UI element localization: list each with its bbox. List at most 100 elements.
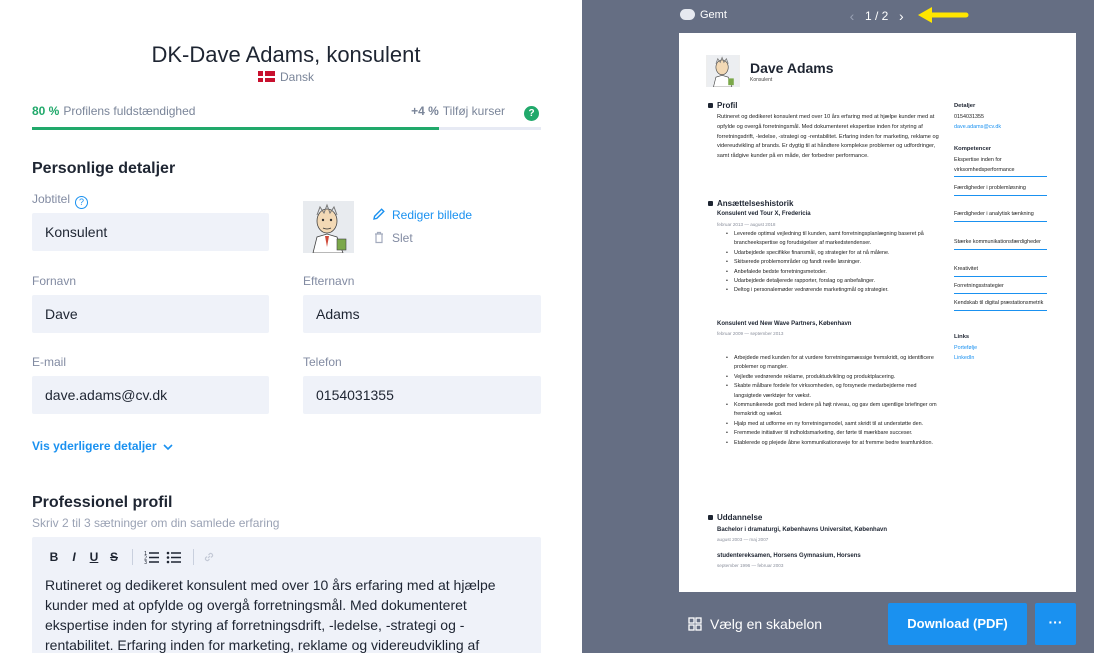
- completeness-label: Profilens fuldstændighed: [63, 104, 196, 118]
- resume-skill: Ekspertise inden for virksomhedsperforma…: [954, 156, 1047, 177]
- download-pdf-button[interactable]: Download (PDF): [888, 603, 1027, 645]
- resume-edu1-title: Bachelor i dramaturgi, Københavns Univer…: [717, 527, 888, 533]
- email-input[interactable]: dave.adams@cv.dk: [32, 376, 269, 414]
- lastname-input[interactable]: Adams: [303, 295, 541, 333]
- completeness-bar: [32, 127, 541, 130]
- underline-button[interactable]: U: [84, 550, 104, 564]
- saved-status: Gemt: [680, 9, 727, 21]
- professional-profile-heading: Professionel profil: [32, 494, 173, 511]
- resume-avatar: [706, 55, 740, 87]
- resume-editor: DK-Dave Adams, konsulent Dansk 80 % Profi…: [0, 0, 582, 653]
- numbered-list-icon[interactable]: 123: [144, 550, 160, 564]
- profile-section-icon: [708, 103, 713, 108]
- previous-page-icon[interactable]: ‹: [845, 8, 859, 24]
- resume-job2-list: Arbejdede med kunden for at vurdere forr…: [726, 354, 944, 448]
- profile-text[interactable]: Rutineret og dedikeret konsulent med ove…: [45, 575, 520, 653]
- phone-input[interactable]: 0154031355: [303, 376, 541, 414]
- resume-skill: Færdigheder i problemløsning: [954, 184, 1047, 196]
- bullet-list-icon[interactable]: [166, 550, 182, 564]
- resume-education-heading: Uddannelse: [708, 513, 762, 522]
- resume-name: Dave Adams: [750, 60, 834, 76]
- resume-bullet-item: Hjalp med at udforme en ny forretningsmo…: [726, 420, 944, 430]
- cloud-check-icon: [680, 9, 695, 20]
- show-more-details-button[interactable]: Vis yderligere detaljer: [32, 439, 174, 453]
- firstname-input[interactable]: Dave: [32, 295, 269, 333]
- resume-bullet-item: Vejledte vedrørende reklame, produktudvi…: [726, 373, 944, 383]
- delete-photo-button[interactable]: Slet: [372, 230, 413, 245]
- next-page-icon[interactable]: ›: [894, 8, 908, 24]
- resume-bullet-item: Anbefalede bedste forretningsmetoder.: [726, 268, 944, 278]
- resume-bullet-item: Arbejdede med kunden for at vurdere forr…: [726, 354, 944, 373]
- resume-edu1-date: august 2003 — maj 2007: [717, 537, 769, 542]
- resume-profile-heading: Profil: [708, 101, 737, 110]
- personal-details-heading: Personlige detaljer: [32, 160, 176, 177]
- resume-job1-title: Konsulent ved Tour X, Fredericia: [717, 211, 811, 217]
- avatar[interactable]: [303, 201, 354, 253]
- resume-skill: Forretningsstrategier: [954, 282, 1047, 294]
- italic-button[interactable]: I: [64, 550, 84, 564]
- resume-skills-heading: Kompetencer: [954, 146, 992, 152]
- completeness-tip[interactable]: +4 % Tilføj kurser: [411, 104, 505, 118]
- bold-button[interactable]: B: [44, 550, 64, 564]
- jobtitle-label: Jobtitel?: [32, 192, 89, 209]
- tip-plus: +4 %: [411, 104, 439, 118]
- trash-icon: [375, 231, 383, 244]
- more-options-button[interactable]: ···: [1035, 603, 1076, 645]
- completeness-bar-fill: [32, 127, 440, 130]
- resume-bullet-item: Udarbejdede specifikke finansmål, og str…: [726, 249, 944, 259]
- resume-skill: Kreativitet: [954, 265, 1047, 277]
- resume-bullet-item: Udarbejdede detaljerede rapporter, forsl…: [726, 277, 944, 287]
- profile-completeness: 80 % Profilens fuldstændighed +4 % Tilføj …: [32, 104, 541, 121]
- language-label: Dansk: [279, 70, 314, 84]
- danish-flag-icon: [257, 71, 275, 82]
- education-section-icon: [708, 515, 713, 520]
- link-icon[interactable]: [202, 550, 216, 564]
- resume-details-heading: Detaljer: [954, 103, 976, 109]
- show-more-details-label: Vis yderligere detaljer: [32, 439, 157, 453]
- resume-preview-panel: Gemt ‹ 1 / 2 › Dave Adams Konsulent Prof…: [582, 0, 1094, 653]
- phone-label: Telefon: [303, 355, 342, 369]
- page-counter: 1 / 2: [865, 9, 889, 23]
- profile-hint: Skriv 2 til 3 sætninger om din samlede e…: [32, 516, 280, 530]
- help-question-icon[interactable]: ?: [75, 196, 89, 209]
- help-badge-icon[interactable]: ?: [524, 106, 539, 121]
- avatar-cartoon-icon: [303, 201, 354, 253]
- strikethrough-button[interactable]: S: [104, 550, 124, 564]
- toolbar-divider: [132, 549, 133, 565]
- grid-icon: [688, 617, 702, 631]
- annotation-arrow-icon: [918, 7, 969, 23]
- firstname-label: Fornavn: [32, 274, 77, 288]
- jobtitle-input[interactable]: Konsulent: [32, 213, 269, 251]
- chevron-down-icon: [163, 444, 173, 451]
- resume-bullet-item: Kommunikerede godt med ledere på højt ni…: [726, 401, 944, 420]
- choose-template-button[interactable]: Vælg en skabelon: [688, 616, 822, 632]
- resume-avatar-cartoon-icon: [707, 55, 739, 87]
- document-title[interactable]: DK-Dave Adams, konsulent: [0, 42, 572, 68]
- resume-profile-text: Rutineret og dedikeret konsulent med ove…: [717, 114, 939, 160]
- resume-job2-title: Konsulent ved New Wave Partners, Københa…: [717, 321, 852, 327]
- resume-page[interactable]: Dave Adams Konsulent Profil Rutineret og…: [679, 33, 1076, 592]
- page-pager: ‹ 1 / 2 ›: [845, 8, 908, 24]
- edit-photo-button[interactable]: Rediger billede: [372, 207, 472, 222]
- email-label: E-mail: [32, 355, 67, 369]
- resume-role: Konsulent: [750, 77, 773, 83]
- language-selector[interactable]: Dansk: [0, 70, 572, 84]
- resume-bullet-item: Skabte målbare fordele for virksomheden,…: [726, 382, 944, 401]
- resume-details-email: dave.adams@cv.dk: [954, 124, 1002, 130]
- edit-photo-label: Rediger billede: [392, 208, 473, 222]
- saved-label: Gemt: [700, 9, 727, 21]
- resume-skill: Stærke kommunikationsfærdigheder: [954, 238, 1047, 250]
- resume-edu2-title: studentereksamen, Horsens Gymnasium, Hor…: [717, 553, 861, 559]
- profile-rich-text-editor[interactable]: B I U S 123 Rutineret og dedikeret konsu…: [32, 537, 541, 653]
- resume-job1-date: februar 2013 — august 2018: [717, 222, 776, 227]
- resume-edu2-date: september 1996 — februar 2003: [717, 563, 784, 568]
- resume-skill: Kendskab til digital præstationsmetrik: [954, 299, 1047, 311]
- resume-link-linkedin: LinkedIn: [954, 355, 975, 361]
- resume-bullet-item: Skitserede problemområder og fandt reell…: [726, 258, 944, 268]
- svg-text:3: 3: [144, 560, 147, 564]
- choose-template-label: Vælg en skabelon: [710, 616, 823, 632]
- resume-link-portfolio: Portefølje: [954, 345, 978, 351]
- resume-bullet-item: Etablerede og plejede åbne kommunikation…: [726, 439, 944, 449]
- delete-photo-label: Slet: [392, 231, 413, 245]
- employment-section-icon: [708, 201, 713, 206]
